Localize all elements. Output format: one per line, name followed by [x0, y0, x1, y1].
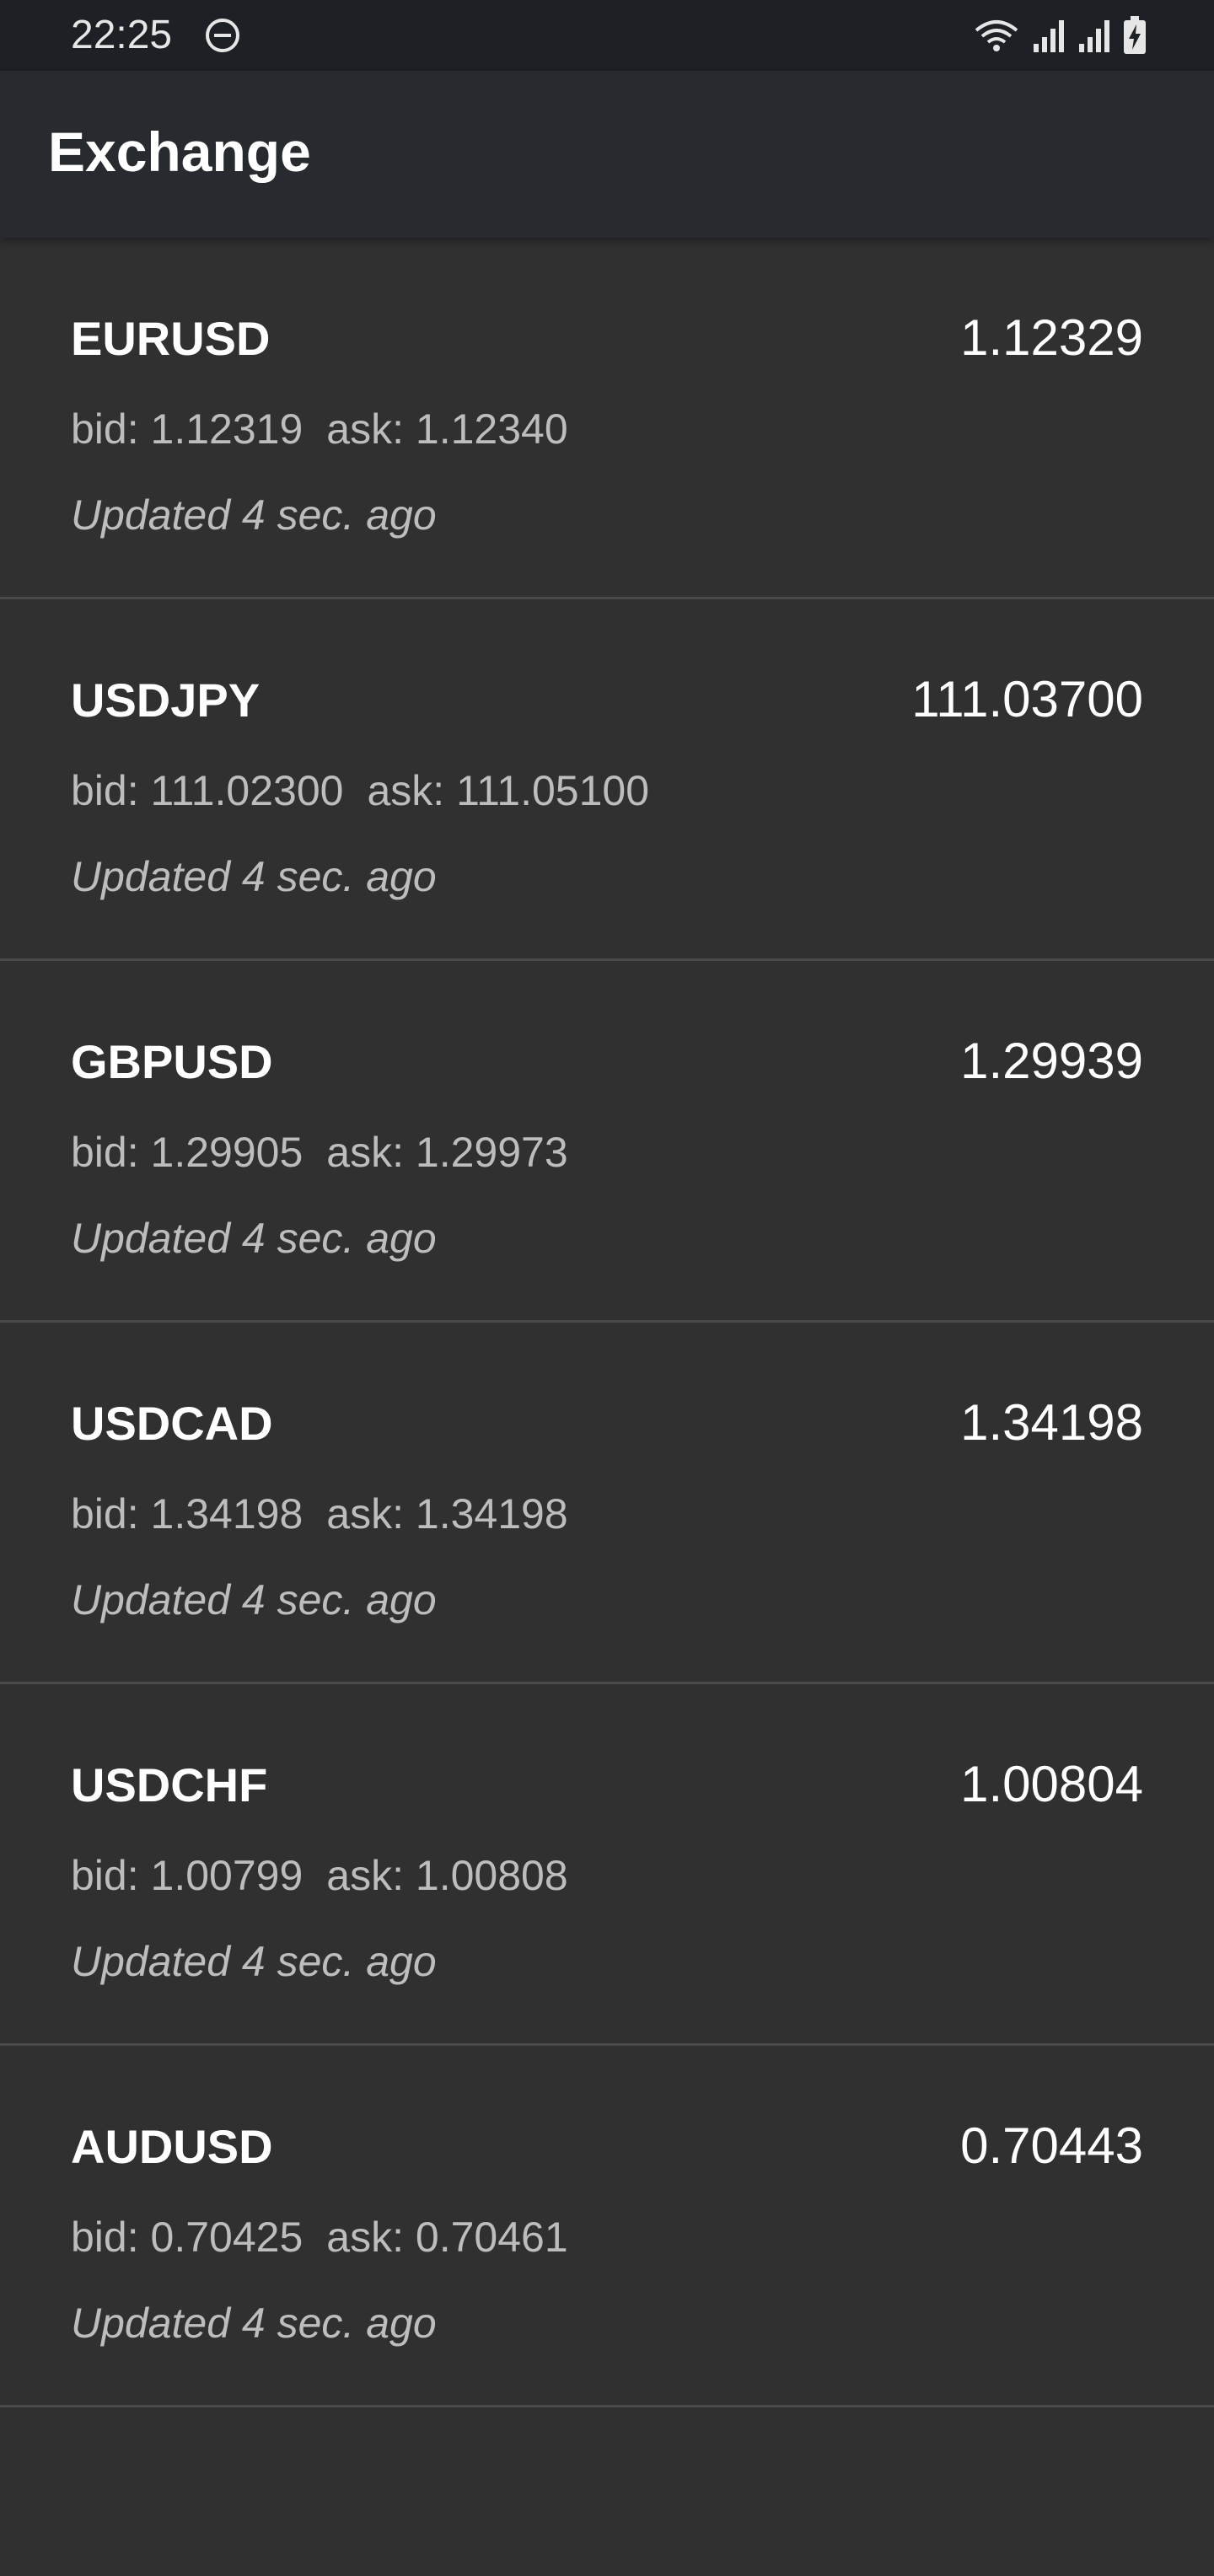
rate-row-audusd[interactable]: AUDUSD 0.70443 bid: 0.70425 ask: 0.70461 …: [0, 2046, 1214, 2407]
rate-value: 1.12329: [960, 309, 1143, 366]
ask-label: ask:: [326, 2214, 404, 2261]
rate-row-usdcad[interactable]: USDCAD 1.34198 bid: 1.34198 ask: 1.34198 …: [0, 1323, 1214, 1684]
rate-row-usdjpy[interactable]: USDJPY 111.03700 bid: 111.02300 ask: 111.…: [0, 599, 1214, 961]
ask-value: 1.12340: [415, 405, 568, 453]
app-bar: Exchange: [0, 71, 1214, 238]
rate-value: 111.03700: [911, 671, 1143, 727]
ask-value: 111.05100: [456, 767, 650, 814]
currency-pair: USDCAD: [71, 1397, 273, 1450]
bid-value: 1.00799: [150, 1852, 304, 1899]
bid-label: bid:: [71, 2214, 139, 2261]
bid-ask: bid: 111.02300 ask: 111.05100: [71, 766, 649, 815]
rate-row-next[interactable]: [0, 2407, 1214, 2576]
bid-ask: bid: 1.00799 ask: 1.00808: [71, 1851, 568, 1900]
ask-label: ask:: [326, 1852, 404, 1899]
bid-value: 1.12319: [150, 405, 304, 453]
ask-value: 1.34198: [415, 1490, 568, 1538]
bid-ask: bid: 1.34198 ask: 1.34198: [71, 1489, 568, 1538]
status-icons: [973, 13, 1147, 57]
updated-time: Updated 4 sec. ago: [71, 491, 437, 539]
bid-label: bid:: [71, 1852, 139, 1899]
rate-value: 0.70443: [960, 2117, 1143, 2174]
currency-pair: AUDUSD: [71, 2120, 273, 2173]
rate-value: 1.00804: [960, 1756, 1143, 1812]
page-title: Exchange: [48, 121, 311, 183]
ask-label: ask:: [326, 405, 404, 453]
ask-label: ask:: [326, 1490, 404, 1538]
battery-charging-icon: [1123, 16, 1147, 55]
bid-value: 0.70425: [150, 2214, 304, 2261]
updated-time: Updated 4 sec. ago: [71, 853, 437, 900]
rate-row-eurusd[interactable]: EURUSD 1.12329 bid: 1.12319 ask: 1.12340 …: [0, 238, 1214, 599]
wifi-icon: [973, 17, 1020, 54]
ask-value: 1.29973: [415, 1129, 568, 1176]
bid-ask: bid: 0.70425 ask: 0.70461: [71, 2213, 568, 2262]
bid-label: bid:: [71, 1490, 139, 1538]
bid-value: 111.02300: [150, 767, 344, 814]
updated-time: Updated 4 sec. ago: [71, 1938, 437, 1985]
bid-label: bid:: [71, 1129, 139, 1176]
currency-pair: USDCHF: [71, 1758, 268, 1811]
bid-value: 1.29905: [150, 1129, 304, 1176]
bid-label: bid:: [71, 767, 139, 814]
signal-icon: [1032, 17, 1066, 54]
rate-value: 1.34198: [960, 1394, 1143, 1451]
updated-time: Updated 4 sec. ago: [71, 1215, 437, 1262]
ask-value: 1.00808: [415, 1852, 568, 1899]
bid-value: 1.34198: [150, 1490, 304, 1538]
currency-pair: EURUSD: [71, 312, 271, 365]
rate-value: 1.29939: [960, 1033, 1143, 1089]
status-time: 22:25: [71, 13, 173, 57]
signal-icon: [1077, 17, 1111, 54]
status-bar: 22:25: [0, 0, 1214, 71]
currency-pair: GBPUSD: [71, 1035, 273, 1088]
ask-value: 0.70461: [415, 2214, 568, 2261]
bid-label: bid:: [71, 405, 139, 453]
updated-time: Updated 4 sec. ago: [71, 1576, 437, 1623]
updated-time: Updated 4 sec. ago: [71, 2300, 437, 2347]
ask-label: ask:: [326, 1129, 404, 1176]
bid-ask: bid: 1.29905 ask: 1.29973: [71, 1128, 568, 1177]
rate-list: EURUSD 1.12329 bid: 1.12319 ask: 1.12340 …: [0, 238, 1214, 2576]
rate-row-usdchf[interactable]: USDCHF 1.00804 bid: 1.00799 ask: 1.00808 …: [0, 1684, 1214, 2046]
bid-ask: bid: 1.12319 ask: 1.12340: [71, 405, 568, 453]
do-not-disturb-icon: [204, 17, 241, 54]
rate-row-gbpusd[interactable]: GBPUSD 1.29939 bid: 1.29905 ask: 1.29973 …: [0, 961, 1214, 1323]
currency-pair: USDJPY: [71, 674, 261, 727]
ask-label: ask:: [367, 767, 445, 814]
